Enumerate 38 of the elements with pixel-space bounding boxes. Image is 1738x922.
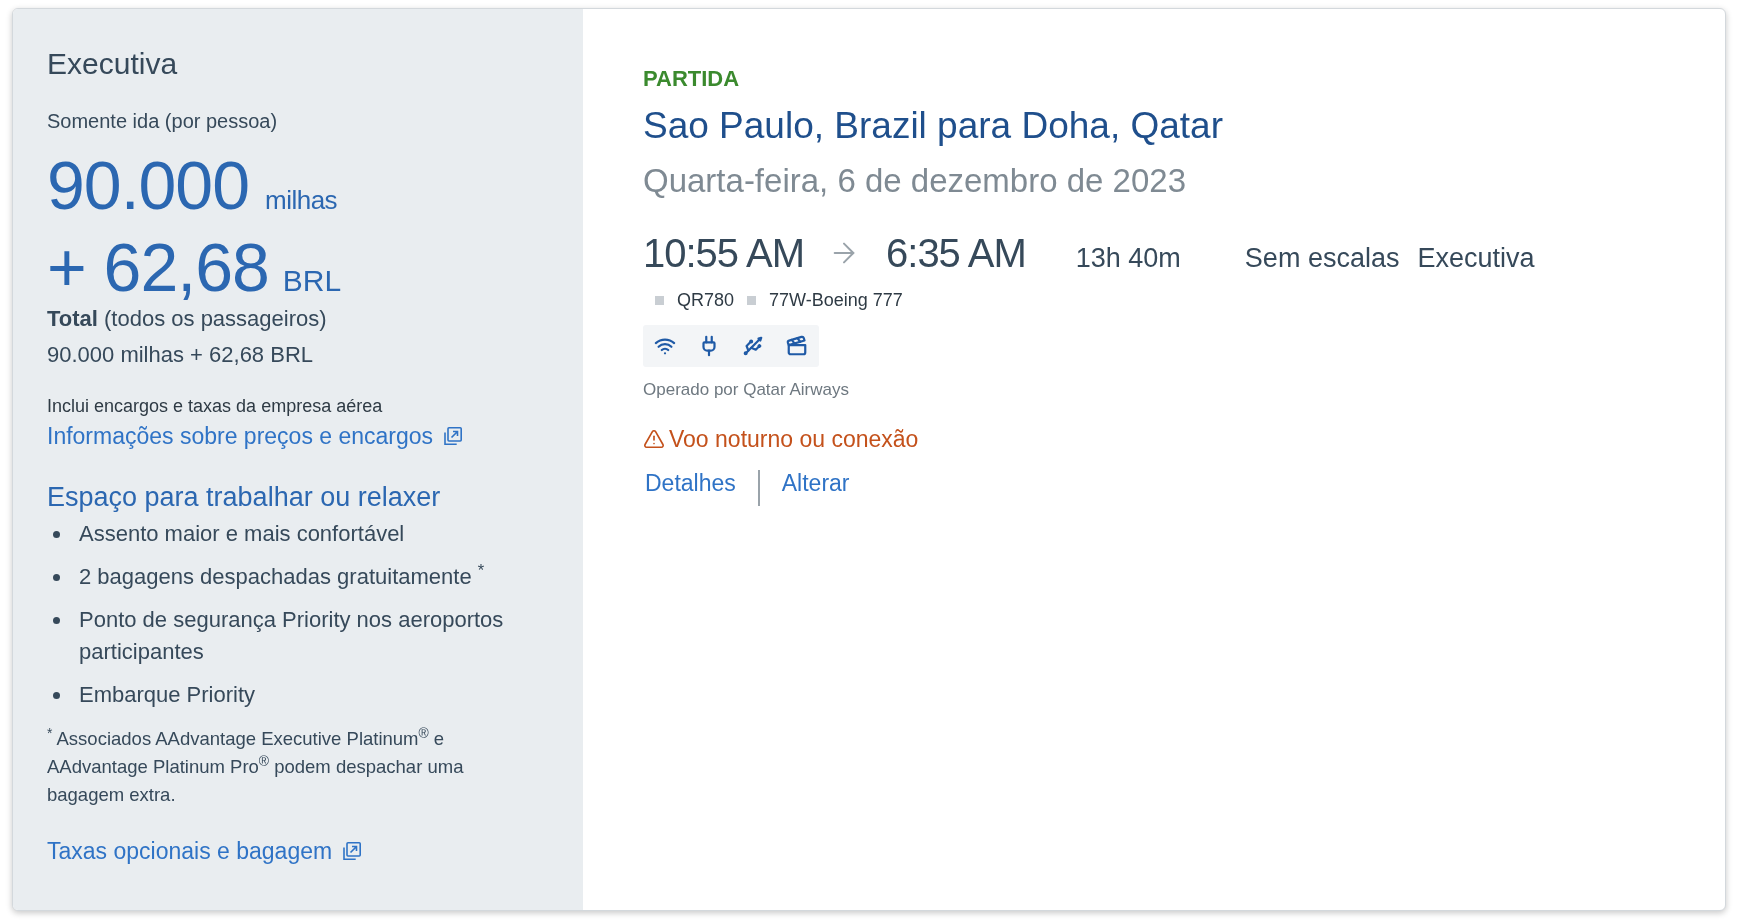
flight-link[interactable]: Detalhes (645, 468, 736, 498)
fees-note: Inclui encargos e taxas da empresa aérea (47, 395, 384, 418)
benefit-text: Assento maior e mais confortável (79, 520, 405, 548)
flight-link[interactable]: Alterar (781, 468, 850, 498)
bag-fees-link[interactable]: Taxas opcionais e bagagem (47, 836, 363, 866)
square-marker-icon (655, 295, 664, 305)
total-value: 90.000 milhas + 62,68 BRL (47, 341, 314, 369)
cash-amount: + 62,68 (47, 233, 269, 301)
date-text: Quarta-feira, 6 de dezembro de 2023 (643, 161, 1187, 201)
direction-label: PARTIDA (643, 65, 741, 93)
flight-number: QR780 (677, 289, 735, 312)
external-link-icon (342, 841, 363, 861)
miles-unit: milhas (265, 185, 338, 215)
operator-text: Operado por Qatar Airways (643, 379, 850, 401)
warning-icon (643, 428, 665, 450)
benefit-text: 2 bagagens despachadas gratuitamente $^{*}$ (79, 561, 485, 591)
cash-unit: BRL (282, 264, 342, 298)
cabin-heading: Executiva (47, 46, 179, 82)
route-title: Sao Paulo, Brazil para Doha, Qatar (643, 104, 1224, 148)
warning-text: Voo noturno ou conexão (669, 425, 919, 454)
arrival-time: 6:35 AM (886, 230, 1026, 277)
pricing-info-link[interactable]: Informações sobre preços e encargos (47, 421, 464, 451)
aircraft-text: 77W-Boeing 777 (769, 289, 903, 312)
benefit-text: Embarque Priority (79, 681, 256, 709)
usb-icon (742, 335, 764, 357)
duration-text: 13h 40m (1075, 242, 1181, 275)
benefit-text: Ponto de segurança Priority nos aeroportos participantes (79, 606, 505, 666)
departure-time: 10:55 AM (643, 230, 804, 277)
stops-text: Sem escalas (1244, 242, 1400, 275)
total-label: Total (todos os passageiros) (47, 305, 328, 333)
footnote-text: $^{*}$ Associados AAdvantage Executive Platinum$^{®}$ e AAdvantage Platinum Pro$^{®}$ podem despachar uma bagagem extra. (47, 725, 465, 807)
external-link-icon (443, 426, 464, 446)
benefits-title: Espaço para trabalhar ou relaxer (47, 481, 442, 514)
trip-type-text: Somente ida (por pessoa) (47, 109, 279, 134)
cabin-text: Executiva (1417, 242, 1535, 275)
miles-amount: 90.000 (47, 151, 249, 219)
square-marker-icon (747, 295, 757, 305)
clapperboard-icon (786, 335, 808, 357)
